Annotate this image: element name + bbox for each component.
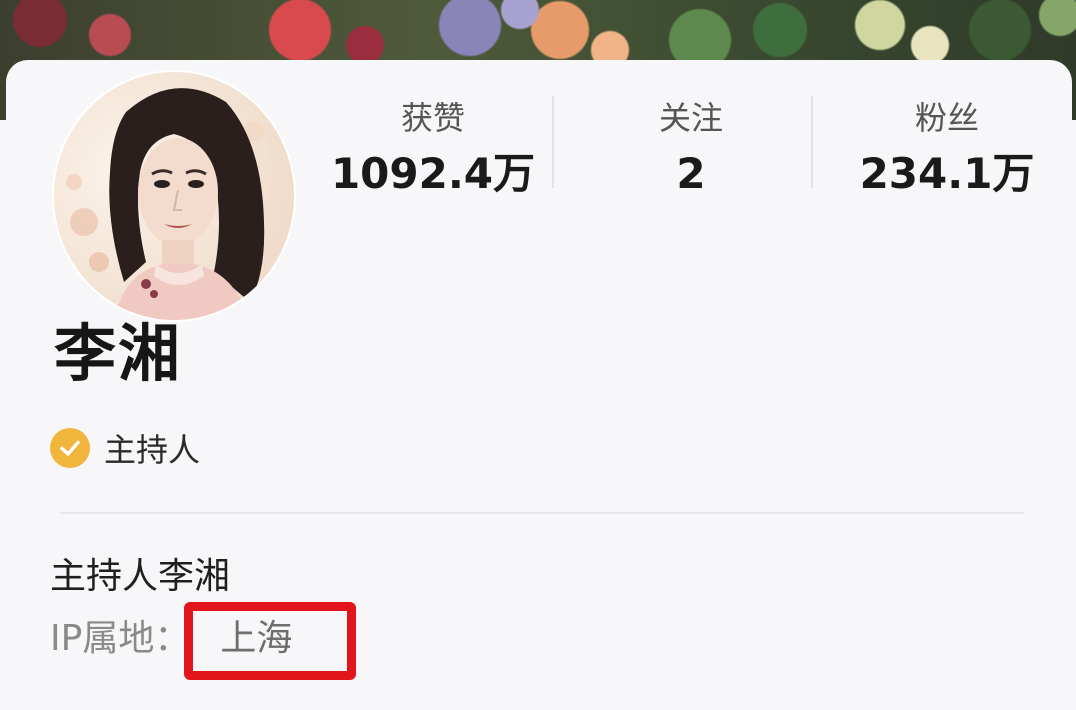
stat-fans-value: 234.1万 xyxy=(859,149,1035,198)
section-divider xyxy=(60,512,1024,514)
stat-fans[interactable]: 粉丝 234.1万 xyxy=(832,98,1062,202)
profile-name: 李湘 xyxy=(54,317,183,390)
profile-bio: 主持人李湘 xyxy=(50,556,231,597)
stat-divider xyxy=(811,96,813,188)
check-circle-icon xyxy=(50,428,90,468)
verification-row: 主持人 xyxy=(50,426,200,470)
stat-fans-label: 粉丝 xyxy=(914,99,979,137)
stat-likes-value: 1092.4万 xyxy=(330,149,536,198)
ip-location-label: IP属地： xyxy=(50,618,191,659)
stat-following[interactable]: 关注 2 xyxy=(576,98,806,202)
avatar-portrait xyxy=(54,72,294,320)
stat-divider xyxy=(552,96,554,188)
highlight-box xyxy=(184,602,356,680)
stat-following-label: 关注 xyxy=(658,99,723,137)
profile-page: 获赞 1092.4万 关注 2 粉丝 234.1万 李湘 主持人 主持人李湘 I… xyxy=(0,0,1076,710)
stat-likes[interactable]: 获赞 1092.4万 xyxy=(318,98,548,202)
stat-following-value: 2 xyxy=(676,149,706,198)
verification-label: 主持人 xyxy=(104,431,201,469)
stat-likes-label: 获赞 xyxy=(400,99,465,137)
profile-card: 获赞 1092.4万 关注 2 粉丝 234.1万 李湘 主持人 主持人李湘 I… xyxy=(6,60,1072,710)
avatar[interactable] xyxy=(54,72,294,320)
